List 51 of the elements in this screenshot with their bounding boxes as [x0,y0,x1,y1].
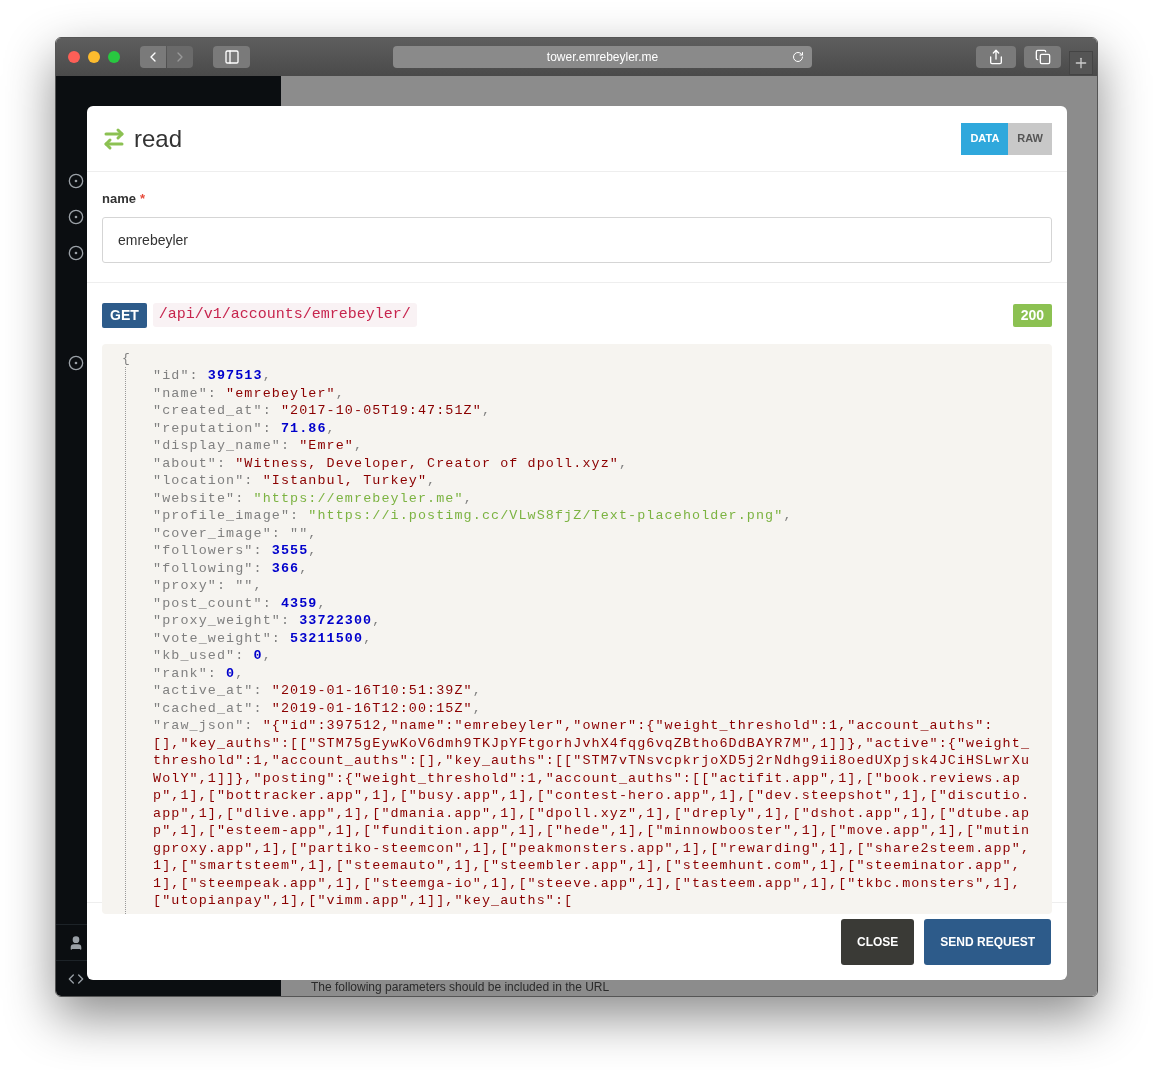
json-line: "id": 397513, [153,367,273,385]
json-line: "raw_json": "{"id":397512,"name":"emrebeyler","owner":{"weight_threshold":1,"account_auths":[],"key_auths":[["STM75gEywKoV6dmh9TKJpYFtgorhJvhX4fqg6vqZBtho6DdBAYR7M",1]]},"active":{"weight_threshold":1,"account_auths":[],"key_auths":[["STM7vTNsvcpkrjoXD5j2rNdhg9ii8oedUXpjsk4JCiHSLwrXuWolY",1]]},"posting":{"weight_threshold":1,"account_auths":[["actifit.app",1],["book.reviews.app",1],["bottracker.app",1],["busy.app",1],["contest-hero.app",1],["dev.steepshot",1],["discutio.app",1],["dlive.app",1],["dmania.app",1],["dpoll.xyz",1],["dreply",1],["dshot.app",1],["dtube.app",1],["esteem-app",1],["fundition.app",1],["hede",1],["minnowbooster",1],["move.app",1],["mutingproxy.app",1],["partiko-steemcon",1],["peakmonsters.app",1],["rewarding",1],["share2steem.app",1],["smartsteem",1],["steemauto",1],["steembler.app",1],["steemhunt.com",1],["steeminator.app",1],["steempeak.app",1],["steemga-io",1],["steeve.app",1],["tasteem.app",1],["tkbc.monsters",1],["utopianpay",1],["vimm.app",1]],"key_auths":[ [153,717,1032,910]
json-line: "active_at": "2019-01-16T10:51:39Z", [153,682,483,700]
json-brace: { [122,349,131,367]
tabs-icon [1034,49,1051,65]
json-line: "followers": 3555, [153,542,319,560]
json-line: "cached_at": "2019-01-16T12:00:15Z", [153,699,483,717]
json-line: "created_at": "2017-10-05T19:47:51Z", [153,402,493,420]
tabs-button[interactable] [1024,46,1061,68]
view-tab[interactable]: RAW [1008,122,1052,155]
exchange-arrows-icon [102,126,126,151]
parameters-note: The following parameters should be included in the URL [311,980,611,994]
json-line: "following": 366, [153,559,310,577]
field-label: name [102,190,136,208]
method-badge: GET [102,302,147,328]
send-request-button[interactable]: SEND REQUEST [924,918,1051,965]
dialog-title: read [134,123,183,154]
json-line: "about": "Witness, Developer, Creator of dpoll.xyz", [153,454,630,472]
status-badge: 200 [1012,303,1052,327]
json-line: "location": "Istanbul, Turkey", [153,472,438,490]
minimize-window-icon[interactable] [88,51,100,63]
json-line: "name": "emrebeyler", [153,384,346,402]
json-line: "post_count": 4359, [153,594,328,612]
endpoint-path: /api/v1/accounts/emrebeyler/ [152,302,417,328]
json-line: "profile_image": "https://i.postimg.cc/VLwS8fjZ/Text-placeholder.png", [153,507,794,525]
sidebar-toggle-button[interactable] [213,46,250,68]
new-tab-button[interactable] [1069,51,1093,75]
target-icon[interactable] [68,245,84,261]
json-line: "kb_used": 0, [153,647,273,665]
name-input-field[interactable]: emrebeyler [102,216,1052,263]
json-line: "rank": 0, [153,664,246,682]
plus-icon [1073,55,1089,71]
zoom-window-icon[interactable] [108,51,120,63]
json-line: "website": "https://emrebeyler.me", [153,489,474,507]
json-line: "cover_image": "", [153,524,319,542]
sidebar-icon [223,49,240,65]
json-line: "vote_weight": 53211500, [153,629,374,647]
reload-icon[interactable] [792,51,804,63]
target-icon[interactable] [68,355,84,371]
user-icon[interactable] [68,934,84,951]
json-line: "display_name": "Emre", [153,437,365,455]
target-icon[interactable] [68,209,84,225]
target-icon[interactable] [68,173,84,189]
share-icon [988,49,1004,65]
close-window-icon[interactable] [68,51,80,63]
json-line: "proxy": "", [153,577,264,595]
json-line: "reputation": 71.86, [153,419,337,437]
json-line: "proxy_weight": 33722300, [153,612,383,630]
required-mark: * [139,190,146,208]
close-button[interactable]: CLOSE [840,918,915,965]
share-button[interactable] [976,46,1016,68]
